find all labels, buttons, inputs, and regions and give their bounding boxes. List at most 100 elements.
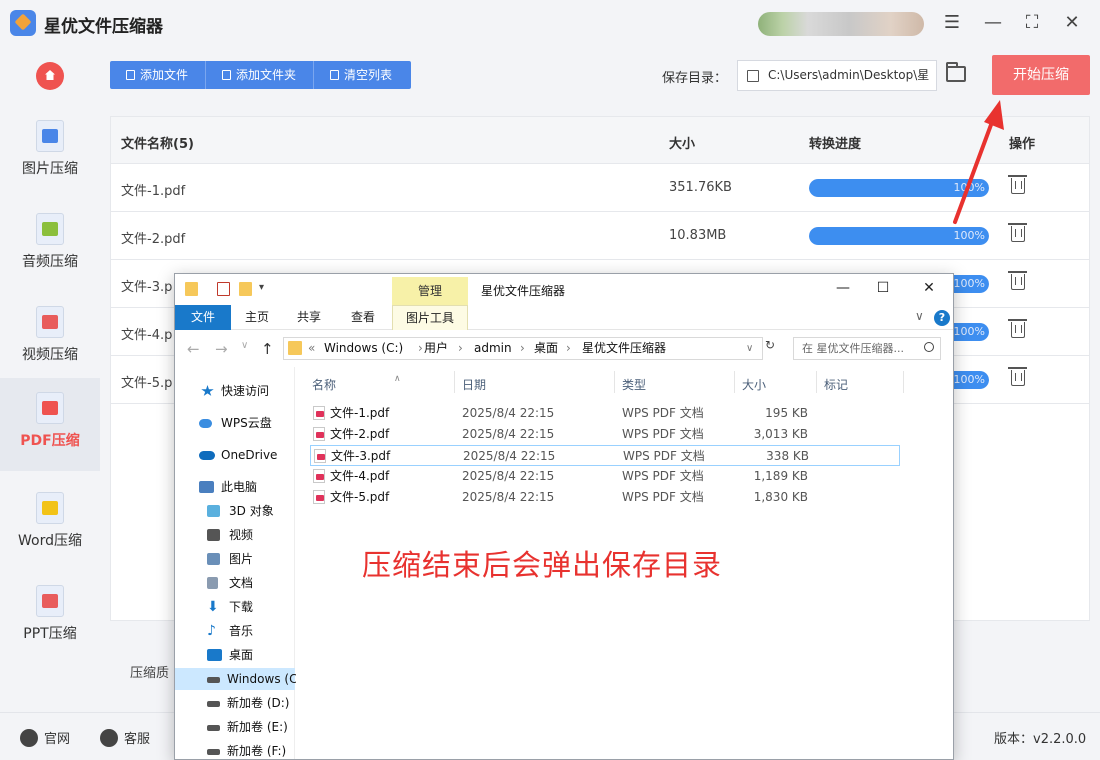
tab-home[interactable]: 主页	[237, 305, 277, 330]
column-size[interactable]: 大小	[742, 376, 766, 393]
minimize-button[interactable]: —	[981, 11, 1005, 35]
nav-item-quick-access[interactable]: 快速访问	[175, 380, 295, 402]
start-compress-button[interactable]: 开始压缩	[992, 55, 1090, 95]
search-input[interactable]: 在 星优文件压缩器...	[793, 337, 941, 360]
quality-label: 压缩质	[130, 666, 170, 681]
nav-item-documents[interactable]: 文档	[175, 572, 295, 594]
nav-item-3d-objects[interactable]: 3D 对象	[175, 500, 295, 522]
music-icon: ♪	[207, 623, 216, 639]
settings-menu-icon[interactable]: ☰	[940, 11, 964, 35]
recent-dropdown-icon[interactable]: ∨	[241, 340, 248, 351]
breadcrumb-item[interactable]: Windows (C:)	[324, 338, 403, 359]
website-link[interactable]: 官网	[20, 728, 70, 747]
nav-item-drive-d[interactable]: 新加卷 (D:)	[175, 692, 295, 714]
delete-icon[interactable]	[1008, 223, 1027, 242]
nav-item-onedrive[interactable]: OneDrive	[175, 444, 295, 466]
address-input[interactable]: « Windows (C:) › 用户 › admin › 桌面 › 星优文件压…	[283, 337, 763, 360]
breadcrumb-item[interactable]: admin	[474, 338, 512, 359]
sidebar-item-video[interactable]: 视频压缩	[0, 292, 100, 385]
new-folder-icon[interactable]	[239, 282, 252, 296]
tab-share[interactable]: 共享	[289, 305, 329, 330]
delete-icon[interactable]	[1008, 367, 1027, 386]
close-button[interactable]: ✕	[1060, 11, 1084, 35]
list-item[interactable]: 文件-2.pdf 2025/8/4 22:15 WPS PDF 文档 3,013 KB	[310, 424, 900, 445]
drive-icon	[207, 701, 220, 707]
list-item[interactable]: 文件-5.pdf 2025/8/4 22:15 WPS PDF 文档 1,830 KB	[310, 487, 900, 508]
delete-icon[interactable]	[1008, 271, 1027, 290]
file-size: 351.76KB	[669, 180, 732, 195]
tab-file[interactable]: 文件	[175, 305, 231, 330]
nav-item-drive-c[interactable]: Windows (C	[175, 668, 297, 690]
nav-item-drive-f[interactable]: 新加卷 (F:)	[175, 740, 295, 759]
support-link[interactable]: 客服	[100, 728, 150, 747]
manage-tab[interactable]: 管理	[392, 277, 468, 305]
browse-folder-icon[interactable]	[946, 62, 966, 82]
nav-item-drive-e[interactable]: 新加卷 (E:)	[175, 716, 295, 738]
list-item[interactable]: 文件-1.pdf 2025/8/4 22:15 WPS PDF 文档 195 KB	[310, 403, 900, 424]
refresh-icon[interactable]: ↻	[765, 338, 781, 359]
help-icon[interactable]: ?	[934, 310, 950, 326]
properties-icon[interactable]	[217, 282, 230, 296]
folder-icon[interactable]	[185, 282, 198, 296]
pdf-file-icon	[313, 469, 325, 483]
maximize-button[interactable]: ⛶	[1020, 11, 1044, 35]
tab-view[interactable]: 查看	[343, 305, 383, 330]
ribbon-expand-icon[interactable]: ∨	[915, 309, 924, 323]
website-icon	[20, 729, 38, 747]
user-avatar[interactable]	[758, 12, 924, 36]
up-arrow-icon[interactable]: ↑	[261, 340, 274, 358]
sort-up-icon: ∧	[394, 374, 401, 384]
nav-item-this-pc[interactable]: 此电脑	[175, 476, 295, 498]
app-logo-icon	[10, 10, 36, 36]
list-item[interactable]: 文件-4.pdf 2025/8/4 22:15 WPS PDF 文档 1,189 KB	[310, 466, 900, 487]
sidebar-item-audio[interactable]: 音频压缩	[0, 199, 100, 292]
list-item[interactable]: 文件-3.pdf 2025/8/4 22:15 WPS PDF 文档 338 KB	[310, 445, 900, 466]
drive-icon	[207, 749, 220, 755]
add-folder-button[interactable]: 添加文件夹	[206, 61, 314, 89]
home-icon[interactable]	[36, 62, 64, 90]
address-dropdown-icon[interactable]: ∨	[746, 338, 753, 359]
progress-text: 100%	[953, 277, 985, 290]
title-bar: 星优文件压缩器 ☰ — ⛶ ✕	[0, 0, 1100, 46]
breadcrumb-item[interactable]: 星优文件压缩器	[582, 338, 666, 359]
sidebar-item-image[interactable]: 图片压缩	[0, 106, 100, 199]
sidebar-item-word[interactable]: Word压缩	[0, 478, 100, 571]
forward-arrow-icon[interactable]: →	[215, 340, 228, 358]
word-icon	[36, 492, 64, 524]
column-date[interactable]: 日期	[462, 376, 486, 393]
picture-icon	[207, 553, 220, 565]
nav-item-videos[interactable]: 视频	[175, 524, 295, 546]
audio-icon	[36, 213, 64, 245]
back-arrow-icon[interactable]: ←	[187, 340, 200, 358]
nav-item-pictures[interactable]: 图片	[175, 548, 295, 570]
sidebar-item-pdf[interactable]: PDF压缩	[0, 378, 100, 471]
clear-list-button[interactable]: 清空列表	[314, 61, 411, 89]
column-name[interactable]: 名称 ∧	[312, 374, 401, 393]
tab-picture-tools[interactable]: 图片工具	[392, 305, 468, 330]
folder-icon	[222, 70, 231, 80]
cloud-icon	[199, 419, 212, 428]
column-tags[interactable]: 标记	[824, 376, 848, 393]
nav-item-wps-cloud[interactable]: WPS云盘	[175, 412, 295, 434]
delete-icon[interactable]	[1008, 175, 1027, 194]
explorer-minimize-button[interactable]: —	[833, 280, 853, 296]
nav-item-downloads[interactable]: ⬇ 下载	[175, 596, 295, 618]
breadcrumb-item[interactable]: 用户	[424, 338, 448, 359]
sidebar-item-label: 视频压缩	[22, 347, 78, 363]
nav-item-music[interactable]: ♪ 音乐	[175, 620, 295, 642]
progress-text: 100%	[953, 373, 985, 386]
breadcrumb-item[interactable]: 桌面	[534, 338, 558, 359]
column-name-header: 文件名称(5)	[121, 137, 194, 152]
quick-access-dropdown-icon[interactable]: ▾	[259, 282, 264, 293]
nav-item-desktop[interactable]: 桌面	[175, 644, 295, 666]
explorer-maximize-button[interactable]: ☐	[873, 280, 893, 296]
drive-icon	[207, 725, 220, 731]
delete-icon[interactable]	[1008, 319, 1027, 338]
explorer-close-button[interactable]: ✕	[919, 280, 939, 296]
search-icon	[924, 342, 934, 352]
column-type[interactable]: 类型	[622, 376, 646, 393]
add-file-button[interactable]: 添加文件	[110, 61, 206, 89]
sidebar-item-ppt[interactable]: PPT压缩	[0, 571, 100, 664]
save-dir-input[interactable]: C:\Users\admin\Desktop\星	[737, 60, 937, 91]
navigation-pane: 快速访问 WPS云盘 OneDrive 此电脑 3D 对象 视频 图片 文档 ⬇…	[175, 367, 297, 759]
